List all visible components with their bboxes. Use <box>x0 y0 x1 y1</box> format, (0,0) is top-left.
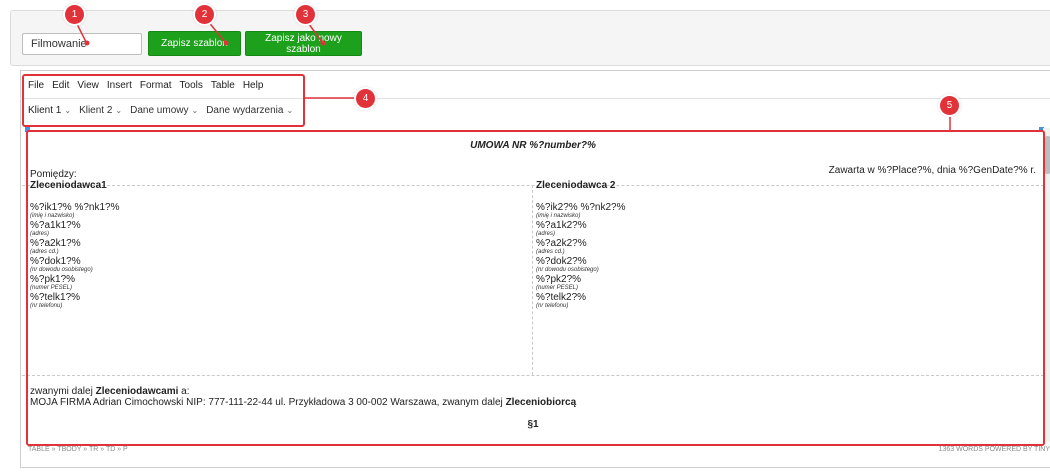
callout-marker-3: 3 <box>296 5 315 24</box>
callout-marker-4: 4 <box>356 89 375 108</box>
callout-marker-1: 1 <box>65 5 84 24</box>
callout-marker-5: 5 <box>940 96 959 115</box>
callout-marker-2: 2 <box>195 5 214 24</box>
callout-connectors <box>74 19 951 130</box>
